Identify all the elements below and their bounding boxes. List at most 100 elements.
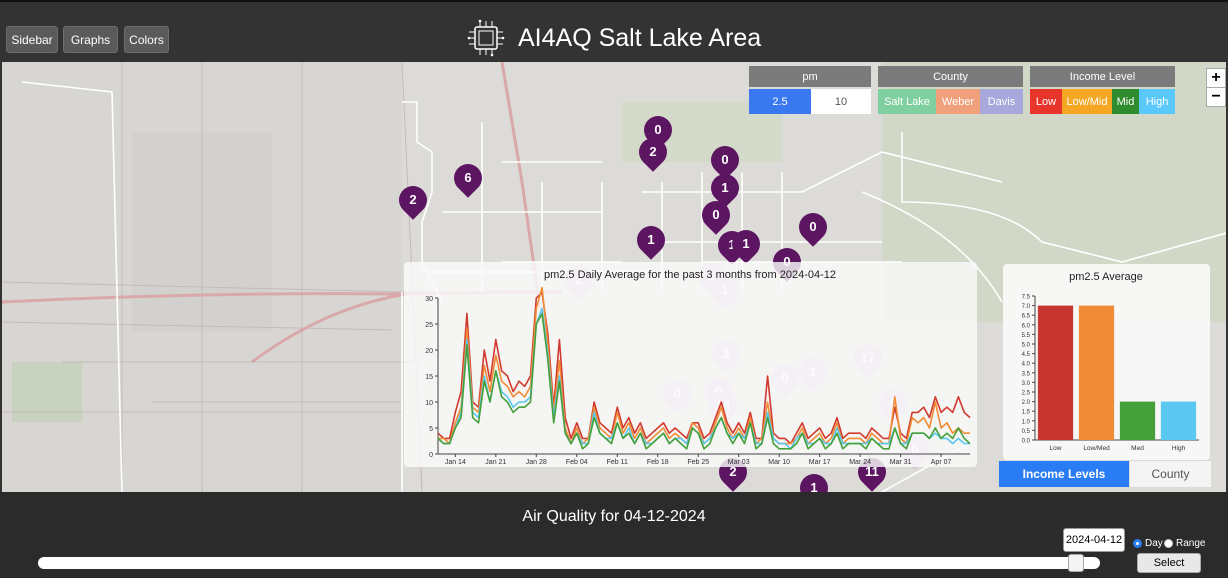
app-header: Sidebar Graphs Colors AI4AQ Salt Lake Ar… bbox=[0, 0, 1228, 62]
y-tick-label: 2.5 bbox=[1022, 391, 1031, 397]
y-tick-label: 7.0 bbox=[1022, 304, 1031, 310]
y-tick-label: 6.0 bbox=[1022, 323, 1031, 329]
chip-icon bbox=[467, 19, 505, 57]
income-option-mid[interactable]: Mid bbox=[1112, 89, 1139, 114]
x-tick-label: Mar 10 bbox=[768, 459, 790, 466]
page-title: AI4AQ Salt Lake Area bbox=[518, 23, 762, 52]
zoom-out-button[interactable]: − bbox=[1206, 87, 1226, 107]
series-line bbox=[437, 291, 971, 445]
x-tick-label: Mar 17 bbox=[809, 459, 831, 466]
marker-count: 0 bbox=[809, 219, 817, 234]
x-tick-label: Apr 07 bbox=[931, 459, 952, 466]
y-tick-label: 2.0 bbox=[1022, 400, 1031, 406]
date-input[interactable]: 2024-04-12 bbox=[1063, 528, 1125, 552]
map-marker[interactable]: 2 bbox=[633, 132, 673, 172]
series-line bbox=[438, 286, 970, 445]
range-radio-label: Range bbox=[1176, 538, 1206, 549]
y-tick-label: 25 bbox=[425, 322, 433, 329]
day-radio-label: Day bbox=[1145, 538, 1163, 549]
x-tick-label: Jan 28 bbox=[526, 459, 547, 466]
bar-label: High bbox=[1172, 445, 1186, 452]
y-tick-label: 4.5 bbox=[1022, 352, 1031, 358]
bar-label: Low/Med bbox=[1083, 445, 1110, 452]
tab-income-levels[interactable]: Income Levels bbox=[999, 461, 1129, 487]
bar-chart: pm2.5 Average 0.0 0.5 1.0 1.5 2.0 2.5 3.0 3.5 4.… bbox=[1022, 271, 1199, 452]
map-marker[interactable]: 2 bbox=[393, 180, 433, 220]
income-filter: Income Level Low Low/Mid Mid High bbox=[1030, 66, 1175, 114]
map-marker[interactable]: 1 bbox=[726, 224, 766, 264]
colors-button[interactable]: Colors bbox=[124, 26, 169, 53]
y-tick-label: 30 bbox=[425, 296, 433, 303]
bar-chart-panel: pm2.5 Average 0.0 0.5 1.0 1.5 2.0 2.5 3.0 3.5 4.… bbox=[1003, 264, 1210, 460]
map-marker[interactable]: 0 bbox=[793, 207, 833, 247]
radio-unselected-icon bbox=[1164, 539, 1173, 548]
y-tick-label: 4.0 bbox=[1022, 362, 1031, 368]
county-filter: County Salt Lake Weber Davis bbox=[878, 66, 1023, 114]
y-tick-label: 3.5 bbox=[1022, 371, 1031, 377]
marker-count: 0 bbox=[712, 207, 720, 222]
x-tick-label: Mar 24 bbox=[849, 459, 871, 466]
y-tick-label: 0.5 bbox=[1022, 429, 1031, 435]
map[interactable]: pm 2.5 10 County Salt Lake Weber Davis I… bbox=[0, 62, 1228, 492]
marker-count: 1 bbox=[742, 236, 750, 251]
county-option-salt-lake[interactable]: Salt Lake bbox=[878, 89, 936, 114]
line-chart: pm2.5 Daily Average for the past 3 month… bbox=[425, 269, 971, 466]
tab-county[interactable]: County bbox=[1130, 461, 1211, 487]
y-tick-label: 10 bbox=[425, 400, 433, 407]
radio-selected-icon bbox=[1133, 539, 1142, 548]
y-tick-label: 5.0 bbox=[1022, 343, 1031, 349]
line-chart-title: pm2.5 Daily Average for the past 3 month… bbox=[544, 269, 836, 281]
map-marker[interactable]: 0 bbox=[696, 195, 736, 235]
marker-count: 1 bbox=[647, 232, 655, 247]
map-marker[interactable]: 6 bbox=[448, 158, 488, 198]
y-tick-label: 0 bbox=[429, 452, 433, 459]
marker-count: 1 bbox=[810, 480, 818, 492]
bar-chart-title: pm2.5 Average bbox=[1069, 271, 1143, 283]
pm-option-10[interactable]: 10 bbox=[811, 89, 871, 114]
marker-count: 6 bbox=[464, 170, 472, 185]
income-filter-title: Income Level bbox=[1030, 66, 1175, 87]
range-radio[interactable]: Range bbox=[1164, 538, 1205, 549]
date-slider-handle[interactable] bbox=[1068, 554, 1085, 572]
x-tick-label: Feb 18 bbox=[647, 459, 669, 466]
x-tick-label: Mar 03 bbox=[728, 459, 750, 466]
sidebar-button[interactable]: Sidebar bbox=[6, 26, 58, 53]
marker-count: 2 bbox=[649, 144, 657, 159]
y-tick-label: 1.5 bbox=[1022, 410, 1031, 416]
bar bbox=[1119, 401, 1156, 440]
date-slider-track[interactable] bbox=[38, 557, 1100, 569]
select-button[interactable]: Select bbox=[1137, 553, 1201, 573]
y-tick-label: 3.0 bbox=[1022, 381, 1031, 387]
pm-filter-title: pm bbox=[749, 66, 871, 87]
bar bbox=[1037, 305, 1074, 440]
bar-label: Low bbox=[1050, 445, 1062, 452]
bar bbox=[1160, 401, 1197, 440]
income-option-high[interactable]: High bbox=[1139, 89, 1175, 114]
y-tick-label: 15 bbox=[425, 374, 433, 381]
zoom-in-button[interactable]: + bbox=[1206, 68, 1226, 88]
county-option-davis[interactable]: Davis bbox=[980, 89, 1023, 114]
y-tick-label: 1.0 bbox=[1022, 419, 1031, 425]
y-tick-label: 0.0 bbox=[1022, 439, 1031, 445]
pm-filter: pm 2.5 10 bbox=[749, 66, 871, 114]
income-option-low-mid[interactable]: Low/Mid bbox=[1062, 89, 1112, 114]
x-tick-label: Feb 25 bbox=[687, 459, 709, 466]
x-tick-label: Feb 11 bbox=[607, 459, 628, 466]
pm-option-2.5[interactable]: 2.5 bbox=[749, 89, 811, 114]
bar bbox=[1078, 305, 1115, 440]
county-option-weber[interactable]: Weber bbox=[936, 89, 980, 114]
marker-count: 0 bbox=[721, 152, 729, 167]
graphs-button[interactable]: Graphs bbox=[63, 26, 118, 53]
x-tick-label: Jan 21 bbox=[485, 459, 506, 466]
y-tick-label: 6.5 bbox=[1022, 314, 1031, 320]
y-tick-label: 20 bbox=[425, 348, 433, 355]
air-quality-date-title: Air Quality for 04-12-2024 bbox=[522, 508, 706, 525]
marker-count: 2 bbox=[409, 192, 417, 207]
county-filter-title: County bbox=[878, 66, 1023, 87]
day-radio[interactable]: Day bbox=[1133, 538, 1163, 549]
app-title: AI4AQ Salt Lake Area bbox=[466, 18, 761, 58]
y-tick-label: 5 bbox=[429, 426, 433, 433]
income-option-low[interactable]: Low bbox=[1030, 89, 1062, 114]
y-tick-label: 7.5 bbox=[1022, 295, 1031, 301]
map-marker[interactable]: 1 bbox=[631, 220, 671, 260]
